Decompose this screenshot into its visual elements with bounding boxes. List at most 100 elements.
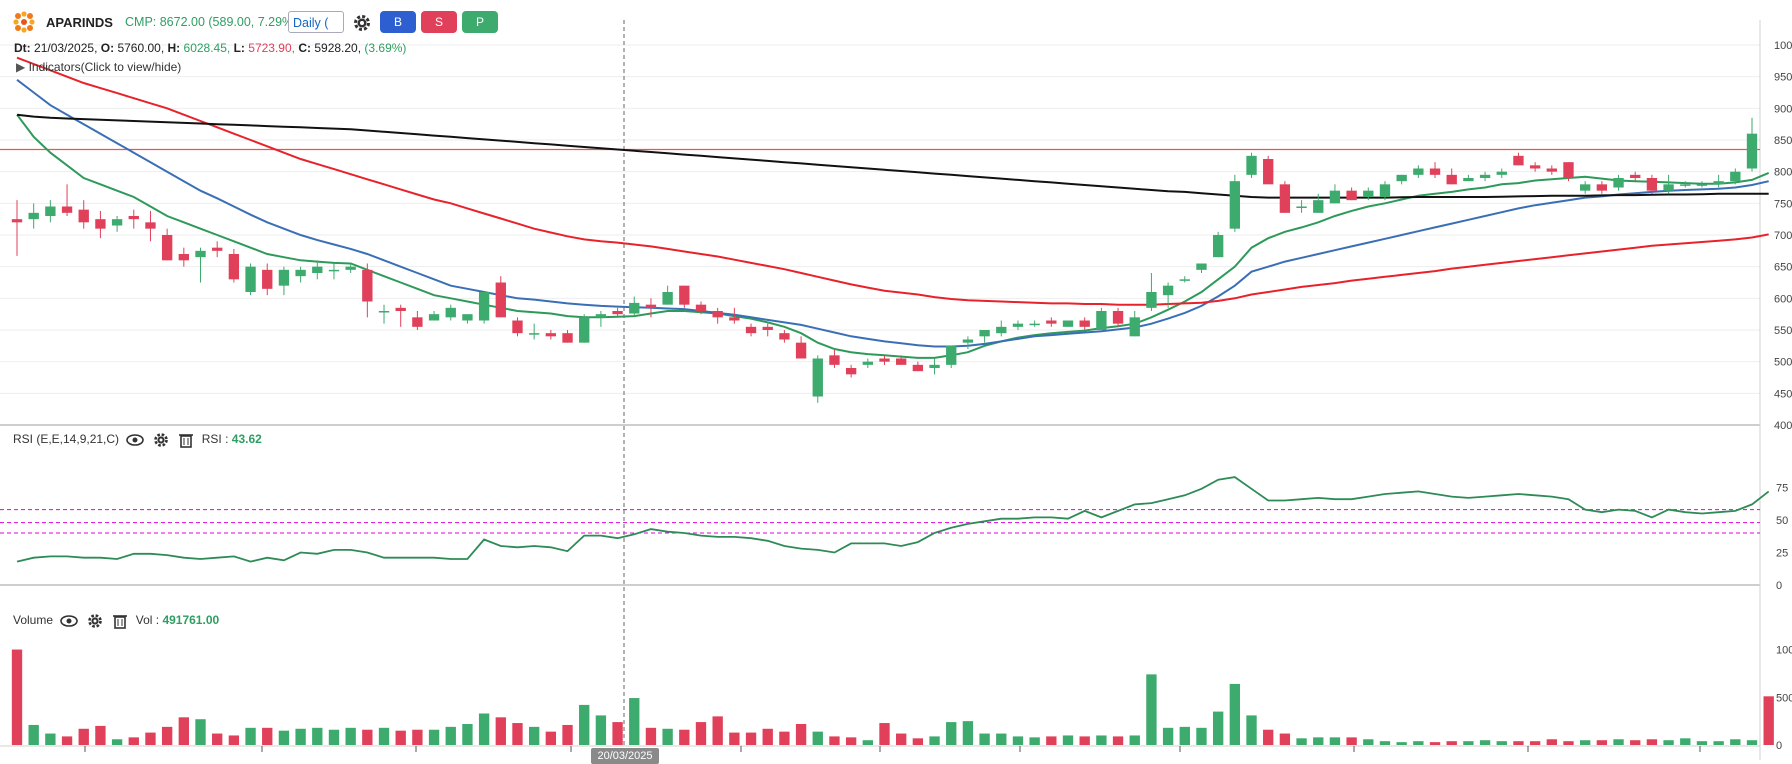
candle (1146, 273, 1157, 311)
triangle-right-icon: ▶ (16, 60, 26, 74)
volume-bar (929, 736, 940, 745)
candle (1212, 231, 1224, 258)
candle-body (812, 358, 823, 397)
volume-bar (78, 728, 89, 745)
candle (962, 336, 974, 349)
candle (595, 311, 607, 327)
price-tick-label: 900 (1774, 103, 1792, 115)
volume-bar (712, 716, 723, 745)
volume-bar (1146, 674, 1157, 745)
volume-bar (512, 723, 523, 745)
volume-bar (445, 726, 456, 745)
candle-body (1012, 323, 1024, 327)
gear-icon[interactable] (152, 432, 170, 448)
chart-canvas[interactable]: 1009509008508007507006506005505004504007… (0, 0, 1792, 760)
sell-button[interactable]: S (421, 11, 457, 33)
candle (78, 200, 89, 229)
volume-bar (145, 732, 156, 745)
candle (912, 361, 924, 372)
candle-body (1546, 168, 1557, 172)
candle (378, 304, 390, 324)
candle-body (1379, 184, 1391, 197)
volume-bar (845, 737, 857, 745)
rsi-panel-header: RSI (E,E,14,9,21,C) RSI : 43.62 (13, 432, 262, 448)
volume-bar (462, 724, 473, 745)
buy-button[interactable]: B (380, 11, 416, 33)
trash-icon[interactable] (177, 432, 195, 448)
candle-body (1229, 181, 1241, 229)
candle (795, 336, 807, 359)
candle (662, 285, 673, 305)
candle-body (1096, 311, 1107, 330)
candle (195, 247, 206, 283)
volume-bar (662, 728, 673, 745)
ema-line-black (16, 113, 1769, 199)
indicators-toggle[interactable]: ▶ Indicators(Click to view/hide) (16, 60, 181, 74)
volume-bar (896, 733, 907, 745)
candle-body (228, 254, 240, 280)
candle-body (1196, 263, 1207, 270)
price-tick-label: 950 (1774, 72, 1792, 84)
candle-body (779, 333, 790, 340)
volume-bar (228, 735, 240, 745)
candle-body (795, 342, 807, 359)
candle-body (1429, 168, 1441, 175)
candle (295, 266, 306, 283)
candle-body (1162, 285, 1174, 296)
eye-icon[interactable] (60, 613, 79, 629)
settings-gear-icon[interactable] (352, 13, 372, 33)
trash-icon[interactable] (111, 613, 129, 629)
eye-icon[interactable] (126, 432, 145, 448)
candle-body (445, 307, 456, 318)
volume-bar (745, 732, 757, 745)
volume-bar (495, 717, 506, 745)
volume-bar (1296, 738, 1307, 745)
volume-bar (1763, 696, 1774, 745)
gear-icon[interactable] (86, 613, 104, 629)
candle-body (962, 339, 974, 343)
candle-body (1746, 133, 1758, 169)
candle-body (128, 216, 139, 220)
volume-bar (212, 733, 223, 745)
volume-bar (1162, 727, 1174, 745)
volume-bar (1279, 733, 1291, 745)
candle (929, 358, 940, 375)
candle-body (745, 326, 757, 334)
candle (328, 263, 340, 280)
rsi-tick-label: 25 (1776, 548, 1788, 560)
volume-bar (1630, 740, 1641, 745)
candle-body (78, 209, 89, 223)
volume-bar (1012, 736, 1024, 745)
volume-bar (1229, 683, 1241, 745)
candle (1046, 317, 1057, 327)
candle-body (1279, 184, 1291, 213)
volume-tick-label: 0 (1776, 740, 1782, 752)
candle (1012, 320, 1024, 330)
candle (1279, 181, 1291, 213)
candle (1196, 263, 1207, 273)
volume-bar (412, 729, 423, 745)
volume-bar (1212, 711, 1224, 745)
volume-bar (378, 727, 390, 745)
candle (278, 266, 290, 296)
candle (1496, 168, 1507, 178)
volume-bar (1329, 737, 1341, 745)
candle-body (829, 355, 840, 365)
candle (1580, 181, 1591, 194)
candle-body (612, 311, 623, 315)
volume-bar (679, 729, 690, 745)
candle (745, 323, 757, 337)
candle (1029, 320, 1040, 327)
timeframe-select[interactable]: Daily ( (288, 11, 344, 33)
volume-bar (1730, 739, 1741, 745)
candle-body (912, 364, 924, 372)
portfolio-button[interactable]: P (462, 11, 498, 33)
candle (61, 184, 73, 216)
volume-bar (1346, 737, 1357, 745)
candle-body (1613, 178, 1624, 188)
volume-bar (1196, 727, 1207, 745)
candle-body (378, 311, 390, 313)
candle (1696, 181, 1708, 188)
candle (1396, 174, 1407, 185)
volume-bar (95, 725, 106, 745)
